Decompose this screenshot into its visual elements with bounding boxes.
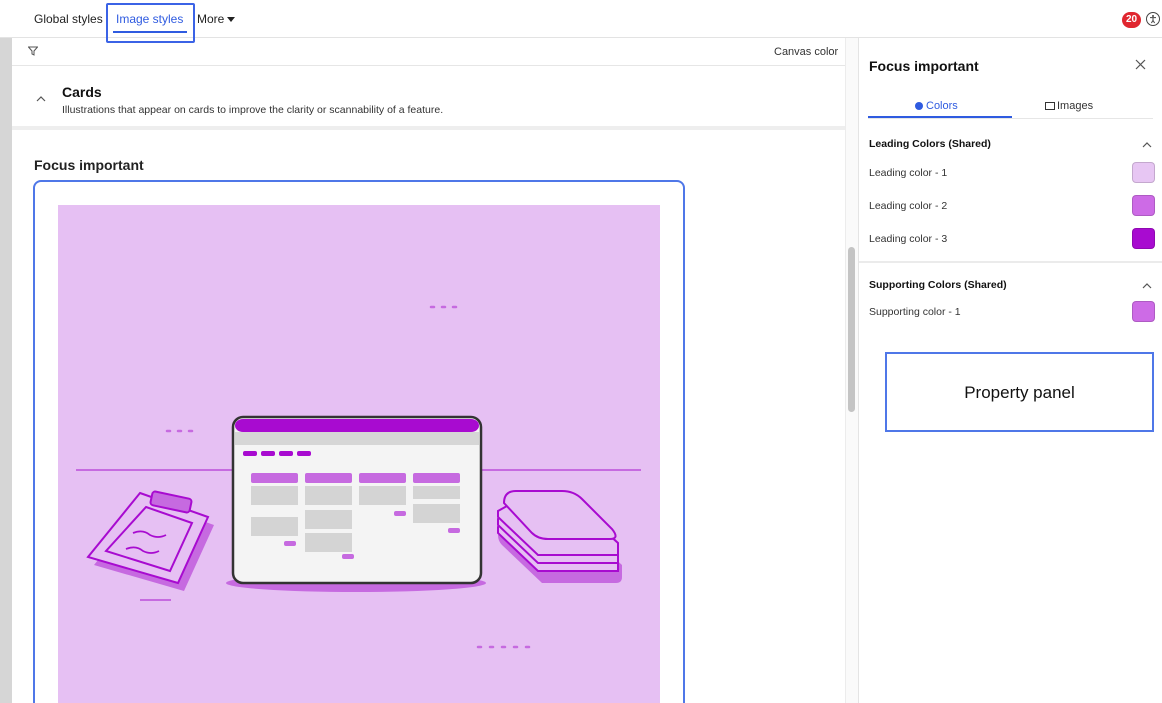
color-swatch[interactable] xyxy=(1132,228,1155,249)
tab-more-label: More xyxy=(197,12,225,26)
close-icon[interactable] xyxy=(1135,59,1146,70)
section-header-cards: Cards Illustrations that appear on cards… xyxy=(12,68,846,130)
top-navigation: Global styles Image styles More 20 xyxy=(0,0,1162,43)
tab-more-menu[interactable]: More xyxy=(197,12,236,26)
group-divider xyxy=(859,261,1162,263)
color-label: Leading color - 2 xyxy=(869,200,948,212)
chevron-up-icon[interactable] xyxy=(36,94,46,104)
property-panel-annotation: Property panel xyxy=(885,352,1154,432)
canvas-color-label: Canvas color xyxy=(774,46,839,58)
chevron-up-icon[interactable] xyxy=(1142,281,1152,291)
panel-title: Focus important xyxy=(869,58,979,74)
chevron-up-icon[interactable] xyxy=(1142,140,1152,150)
tab-colors[interactable]: Colors xyxy=(915,100,958,112)
tab-images-label: Images xyxy=(1057,100,1094,112)
accessibility-icon[interactable] xyxy=(1146,12,1160,26)
tab-highlight-frame xyxy=(106,3,195,43)
canvas-toolbar: Canvas color xyxy=(12,38,859,66)
tab-images[interactable]: Images xyxy=(1045,100,1093,112)
group-title-supporting: Supporting Colors (Shared) xyxy=(869,279,1007,291)
tab-colors-label: Colors xyxy=(926,100,958,112)
color-swatch[interactable] xyxy=(1132,162,1155,183)
dot-icon xyxy=(915,102,923,110)
color-label: Leading color - 3 xyxy=(869,233,948,245)
main-scrollbar-thumb[interactable] xyxy=(848,247,855,412)
card-title: Focus important xyxy=(34,157,144,173)
notification-badge[interactable]: 20 xyxy=(1122,12,1141,28)
group-title-leading: Leading Colors (Shared) xyxy=(869,138,991,150)
image-icon xyxy=(1045,102,1055,110)
section-description: Illustrations that appear on cards to im… xyxy=(62,104,444,116)
panel-tabs-divider xyxy=(868,118,1153,119)
annotation-label: Property panel xyxy=(964,383,1075,402)
color-swatch[interactable] xyxy=(1132,301,1155,322)
color-label: Leading color - 1 xyxy=(869,167,948,179)
section-title: Cards xyxy=(62,84,102,100)
caret-down-icon xyxy=(227,17,236,23)
filter-icon[interactable] xyxy=(28,46,38,56)
color-swatch[interactable] xyxy=(1132,195,1155,216)
tab-global-styles[interactable]: Global styles xyxy=(34,12,103,26)
focus-important-illustration xyxy=(58,205,660,703)
color-label: Supporting color - 1 xyxy=(869,306,961,318)
left-rail xyxy=(0,0,12,703)
